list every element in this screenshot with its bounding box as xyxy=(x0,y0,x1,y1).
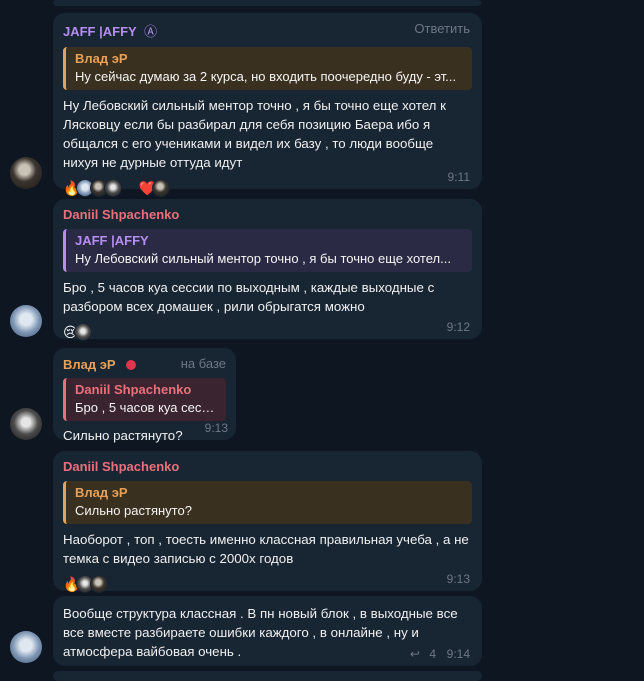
quote-text: Бро , 5 часов куа сесс... xyxy=(75,400,218,415)
sender-status: на базе xyxy=(180,356,226,371)
reactions-row: 🔥 xyxy=(63,574,472,594)
sender-name[interactable]: Daniil Shpachenko xyxy=(63,459,472,475)
avatar[interactable] xyxy=(10,157,42,189)
avatar[interactable] xyxy=(10,408,42,440)
reactor-avatar xyxy=(104,179,123,197)
reactor-avatar xyxy=(90,575,109,593)
sender-badge-icon: Ⓐ xyxy=(144,24,158,39)
message-time: 9:13 xyxy=(446,572,470,586)
message-text: Ну Лебовский сильный ментор точно , я бы… xyxy=(63,98,446,170)
message-time: 9:11 xyxy=(447,170,470,184)
sender-row: JAFF |AFFY Ⓐ xyxy=(63,21,472,41)
quote-sender: JAFF |AFFY xyxy=(75,233,149,248)
reactor-avatar xyxy=(73,323,92,341)
quote-text: Сильно растянуто? xyxy=(75,503,192,518)
reaction-sad[interactable]: 😢 xyxy=(63,322,92,342)
reply-quote[interactable]: Влад эР Сильно растянуто? xyxy=(63,481,472,524)
message-bubble[interactable]: Daniil Shpachenko JAFF |AFFY Ну Лебовски… xyxy=(53,199,482,342)
message-time: 9:14 xyxy=(446,647,470,661)
message-text: Наоборот , топ , тоесть именно классная … xyxy=(63,532,469,566)
message-bubble[interactable]: Daniil Shpachenko Влад эР Сильно растяну… xyxy=(53,451,482,594)
quote-sender: Влад эР xyxy=(75,485,128,500)
message-bubble[interactable]: Вообще структура классная . В пн новый б… xyxy=(53,596,482,666)
status-dot-icon xyxy=(126,359,137,370)
reaction-fire[interactable]: 🔥 xyxy=(63,574,109,594)
reply-quote[interactable]: JAFF |AFFY Ну Лебовский сильный ментор т… xyxy=(63,229,472,272)
sender-name[interactable]: JAFF |AFFY xyxy=(63,24,137,39)
reactor-avatar xyxy=(151,179,170,197)
avatar[interactable] xyxy=(10,305,42,337)
message-text: Сильно растянуто? xyxy=(63,428,183,443)
sender-row: Влад эР на базе xyxy=(63,356,226,372)
previous-message-fragment xyxy=(53,0,481,6)
reaction-fire[interactable]: 🔥 xyxy=(63,178,123,198)
quote-sender: Daniil Shpachenko xyxy=(75,382,192,397)
message-bubble[interactable]: Влад эР на базе Daniil Shpachenko Бро , … xyxy=(53,348,236,443)
avatar[interactable] xyxy=(10,631,42,663)
sender-name[interactable]: Daniil Shpachenko xyxy=(63,207,472,223)
next-message-fragment xyxy=(53,671,482,681)
reply-quote[interactable]: Влад эР Ну сейчас думаю за 2 курса, но в… xyxy=(63,47,472,90)
message-time: 9:12 xyxy=(446,320,470,334)
reaction-heart[interactable]: ❤️ xyxy=(138,178,170,198)
quote-sender: Влад эР xyxy=(75,51,128,66)
reply-button[interactable]: Ответить xyxy=(414,21,470,36)
replies-indicator[interactable]: ↩ 4 xyxy=(410,647,436,661)
quote-text: Ну сейчас думаю за 2 курса, но входить п… xyxy=(75,69,457,84)
reply-arrow-icon: ↩ xyxy=(409,647,420,661)
sender-name[interactable]: Влад эР xyxy=(63,357,116,372)
reply-quote[interactable]: Daniil Shpachenko Бро , 5 часов куа сесс… xyxy=(63,378,226,421)
replies-count: 4 xyxy=(429,647,436,661)
quote-text: Ну Лебовский сильный ментор точно , я бы… xyxy=(75,251,451,266)
reactions-row: 😢 xyxy=(63,322,472,342)
reactions-row: 🔥 ❤️ xyxy=(63,178,472,198)
message-time: 9:13 xyxy=(204,421,228,435)
message-bubble[interactable]: JAFF |AFFY Ⓐ Ответить Влад эР Ну сейчас … xyxy=(53,13,482,197)
message-text: Бро , 5 часов куа сессии по выходным , к… xyxy=(63,280,435,314)
